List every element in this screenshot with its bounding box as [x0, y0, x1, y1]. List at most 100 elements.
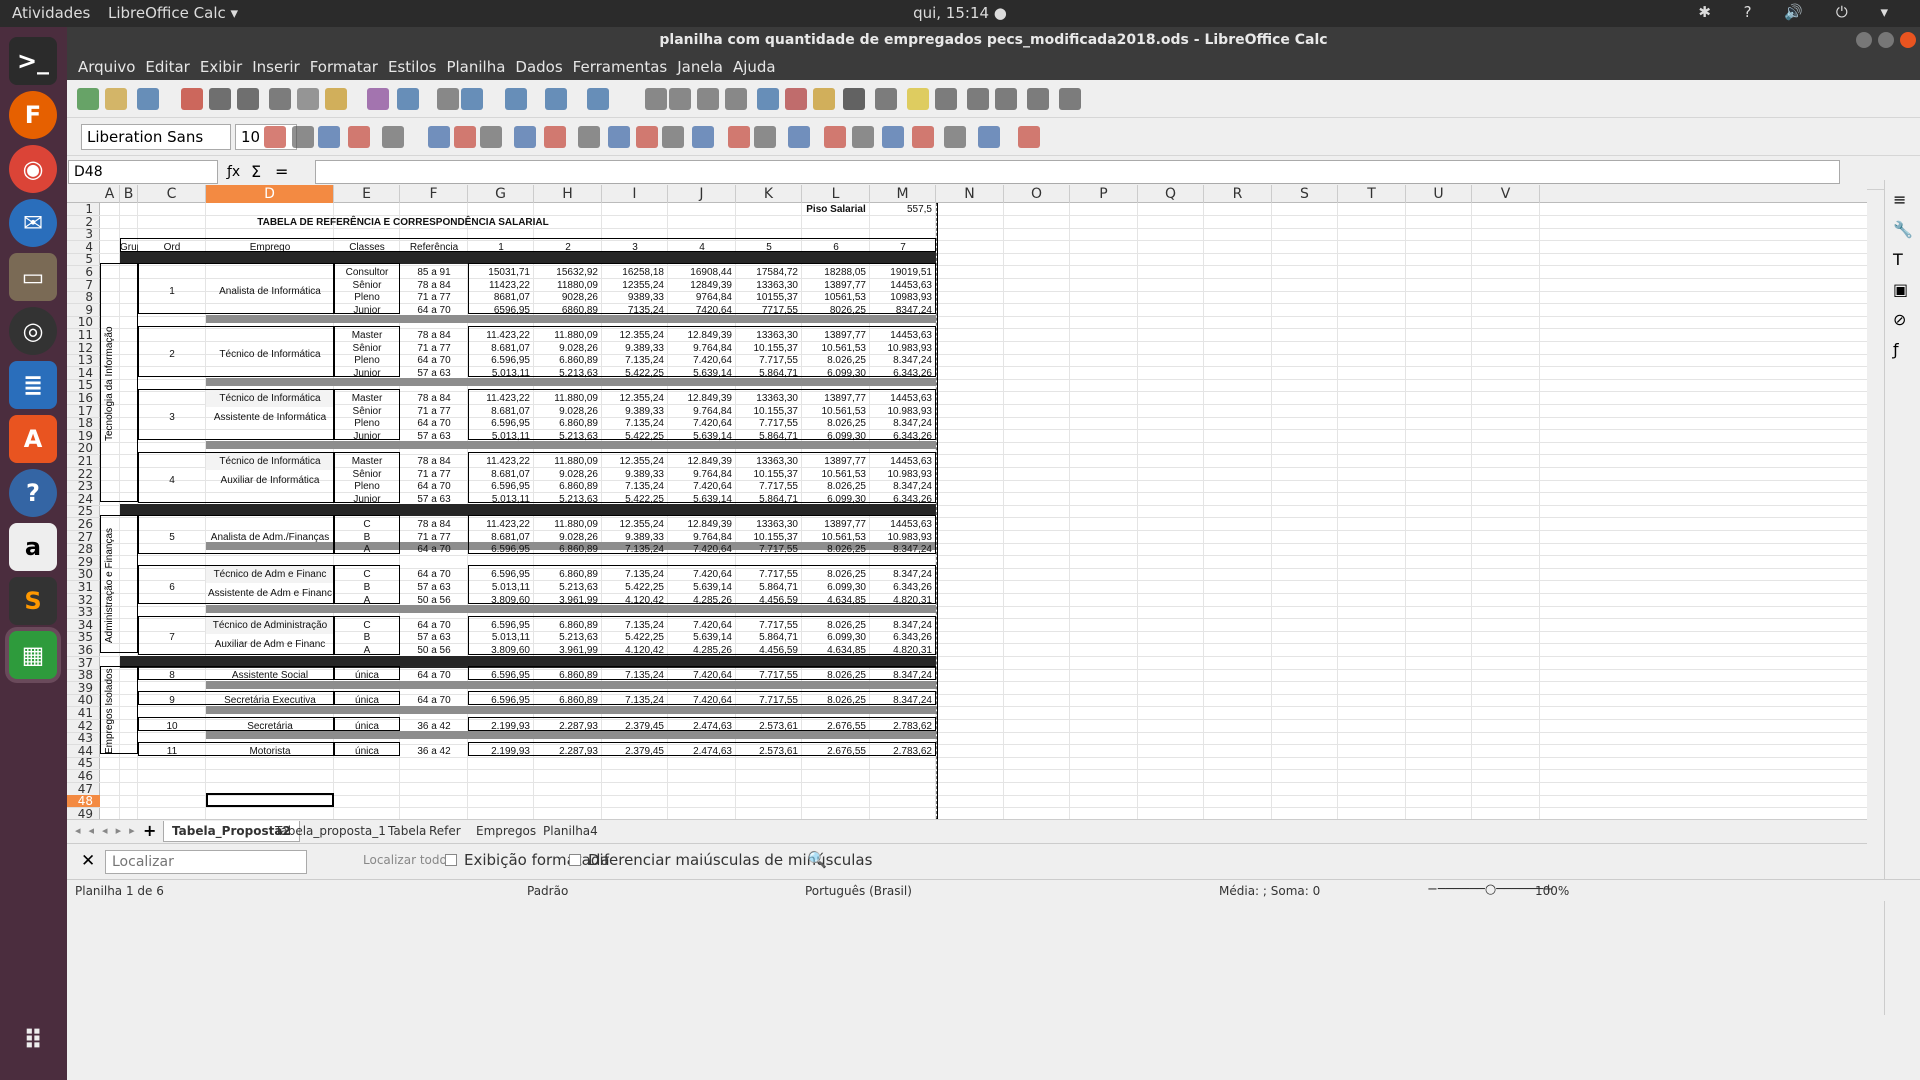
navigator-icon[interactable]: ⊘	[1893, 310, 1906, 329]
format-icon-9[interactable]	[544, 126, 566, 148]
format-icon-18[interactable]	[824, 126, 846, 148]
menu-1[interactable]: Editar	[140, 54, 194, 80]
chrome-icon[interactable]: ◉	[9, 145, 57, 193]
gallery-icon[interactable]: ▣	[1893, 280, 1908, 299]
cell-area[interactable]: Piso Salarial 557,5 TABELA DE REFERÊNCIA E…	[100, 203, 1867, 819]
sheet-tab-5[interactable]: Planilha4	[535, 821, 606, 842]
format-icon-0[interactable]	[264, 126, 286, 148]
format-icon-15[interactable]	[728, 126, 750, 148]
format-icon-10[interactable]	[578, 126, 600, 148]
toolbar-icon-7[interactable]	[297, 88, 319, 110]
reference-cell[interactable]: 36 a 42	[400, 718, 468, 732]
column-header-T[interactable]: T	[1338, 185, 1406, 203]
format-icon-6[interactable]	[454, 126, 476, 148]
toolbar-icon-19[interactable]	[725, 88, 747, 110]
reference-cell[interactable]: 85 a 91	[400, 264, 468, 278]
format-icon-11[interactable]	[608, 126, 630, 148]
reference-cell[interactable]: 64 a 70	[400, 478, 468, 492]
reference-cell[interactable]: 78 a 84	[400, 327, 468, 341]
menu-5[interactable]: Estilos	[383, 54, 442, 80]
toolbar-icon-14[interactable]	[545, 88, 567, 110]
menu-3[interactable]: Inserir	[247, 54, 304, 80]
zoom-level[interactable]: 100%	[1535, 884, 1569, 898]
amazon-icon[interactable]: a	[9, 523, 57, 571]
close-icon[interactable]	[1900, 32, 1916, 48]
clock[interactable]: qui, 15:14 ●	[0, 4, 1920, 22]
writer-icon[interactable]: ≣	[9, 361, 57, 409]
row-header-3[interactable]: 3	[67, 228, 100, 241]
column-header-H[interactable]: H	[534, 185, 602, 203]
toolbar-icon-11[interactable]	[437, 88, 459, 110]
reference-cell[interactable]: 50 a 56	[400, 642, 468, 656]
minimize-icon[interactable]	[1856, 32, 1872, 48]
reference-cell[interactable]: 50 a 56	[400, 592, 468, 606]
reference-cell[interactable]: 64 a 70	[400, 415, 468, 429]
row-header-8[interactable]: 8	[67, 291, 100, 304]
format-icon-3[interactable]	[348, 126, 370, 148]
format-icon-13[interactable]	[662, 126, 684, 148]
tab-nav-arrows[interactable]: ◂◂◂▸▸	[75, 824, 143, 837]
reference-cell[interactable]: 64 a 70	[400, 566, 468, 580]
menu-7[interactable]: Dados	[510, 54, 567, 80]
function-wizard-icon[interactable]: ƒx	[227, 164, 240, 180]
column-header-J[interactable]: J	[668, 185, 736, 203]
calc-icon[interactable]: ▦	[9, 631, 57, 679]
find-replace-icon[interactable]: 🔍	[807, 850, 827, 869]
sum-icon[interactable]: Σ	[251, 162, 261, 181]
reference-cell[interactable]: 57 a 63	[400, 365, 468, 379]
format-icon-4[interactable]	[382, 126, 404, 148]
column-header-R[interactable]: R	[1204, 185, 1272, 203]
format-icon-2[interactable]	[318, 126, 340, 148]
toolbar-icon-8[interactable]	[325, 88, 347, 110]
close-find-icon[interactable]: ✕	[81, 851, 95, 871]
add-sheet-icon[interactable]: +	[143, 821, 156, 840]
piso-salarial-label[interactable]: Piso Salarial	[802, 201, 870, 215]
column-header-O[interactable]: O	[1004, 185, 1070, 203]
row-header-5[interactable]: 5	[67, 253, 100, 266]
toolbar-icon-3[interactable]	[181, 88, 203, 110]
menu-0[interactable]: Arquivo	[73, 54, 140, 80]
format-icon-1[interactable]	[292, 126, 314, 148]
format-icon-21[interactable]	[912, 126, 934, 148]
row-header-1[interactable]: 1	[67, 203, 100, 216]
reference-cell[interactable]: 57 a 63	[400, 579, 468, 593]
toolbar-icon-18[interactable]	[697, 88, 719, 110]
toolbar-icon-10[interactable]	[397, 88, 419, 110]
column-header-G[interactable]: G	[468, 185, 534, 203]
toolbar-icon-28[interactable]	[995, 88, 1017, 110]
format-icon-12[interactable]	[636, 126, 658, 148]
column-header-I[interactable]: I	[602, 185, 668, 203]
reference-cell[interactable]: 64 a 70	[400, 667, 468, 681]
column-header-Q[interactable]: Q	[1138, 185, 1204, 203]
format-icon-14[interactable]	[692, 126, 714, 148]
column-header-A[interactable]: A	[100, 185, 120, 203]
toolbar-icon-1[interactable]	[105, 88, 127, 110]
functions-icon[interactable]: ƒ	[1893, 340, 1899, 359]
reference-cell[interactable]: 57 a 63	[400, 428, 468, 442]
toolbar-icon-2[interactable]	[137, 88, 159, 110]
format-icon-8[interactable]	[514, 126, 536, 148]
column-header-C[interactable]: C	[138, 185, 206, 203]
toolbar-icon-29[interactable]	[1027, 88, 1049, 110]
find-input[interactable]	[105, 850, 307, 874]
format-icon-17[interactable]	[788, 126, 810, 148]
toolbar-icon-17[interactable]	[669, 88, 691, 110]
toolbar-icon-21[interactable]	[785, 88, 807, 110]
name-box[interactable]: D48	[68, 160, 218, 184]
sheet-tab-3[interactable]: Refer	[421, 821, 469, 842]
column-header-B[interactable]: B	[120, 185, 138, 203]
spreadsheet-grid[interactable]: ABCDEFGHIJKLMNOPQRSTUV 1 2 3 4 5 6 7 8 9 10 11 12 13…	[67, 185, 1867, 819]
column-header-V[interactable]: V	[1472, 185, 1540, 203]
files-icon[interactable]: ▭	[9, 253, 57, 301]
column-header-S[interactable]: S	[1272, 185, 1338, 203]
help-icon[interactable]: ?	[9, 469, 57, 517]
reference-cell[interactable]: 64 a 70	[400, 352, 468, 366]
menu-2[interactable]: Exibir	[195, 54, 247, 80]
toolbar-icon-15[interactable]	[587, 88, 609, 110]
toolbar-icon-0[interactable]	[77, 88, 99, 110]
system-tray[interactable]: ✱ ? 🔊 ⏻ ▾	[1698, 3, 1902, 21]
column-header-K[interactable]: K	[736, 185, 802, 203]
column-header-E[interactable]: E	[334, 185, 400, 203]
firefox-icon[interactable]: F	[9, 91, 57, 139]
toolbar-icon-5[interactable]	[237, 88, 259, 110]
